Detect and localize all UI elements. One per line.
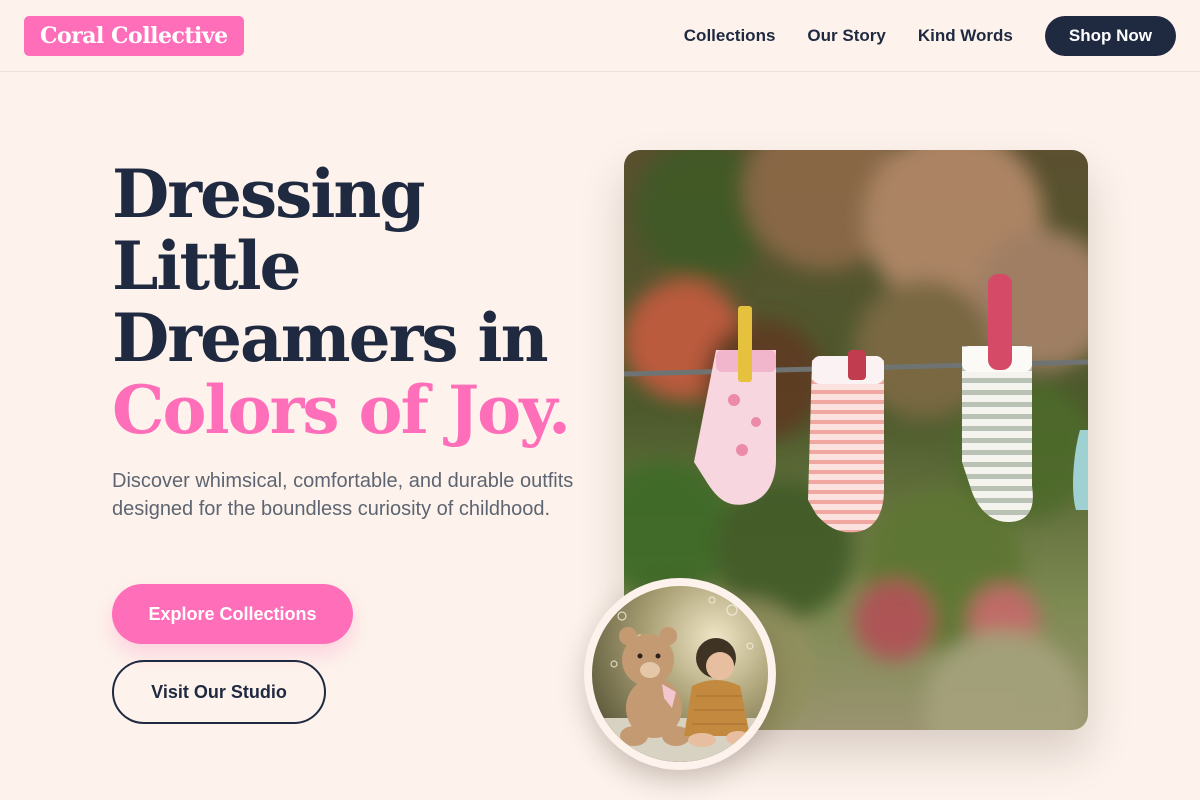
main-nav: Collections Our Story Kind Words Shop No… (684, 16, 1176, 56)
nav-link-collections[interactable]: Collections (684, 26, 776, 46)
nav-link-kind-words[interactable]: Kind Words (918, 26, 1013, 46)
site-header: Coral Collective Collections Our Story K… (0, 0, 1200, 72)
hero-title-line-2: Little (112, 227, 302, 305)
logo[interactable]: Coral Collective (24, 16, 244, 56)
visit-studio-button[interactable]: Visit Our Studio (112, 660, 326, 724)
hero-title-line-1: Dressing (112, 155, 426, 233)
hero-title: Dressing Little Dreamers in Colors of Jo… (112, 158, 592, 446)
hero-title-accent: Colors of Joy. (112, 371, 571, 449)
explore-collections-button[interactable]: Explore Collections (112, 584, 353, 644)
shop-now-button[interactable]: Shop Now (1044, 16, 1176, 56)
inset-image-teddy-bear (584, 578, 776, 770)
hero-description: Discover whimsical, comfortable, and dur… (112, 470, 574, 520)
nav-link-our-story[interactable]: Our Story (807, 26, 885, 46)
teddy-bear-illustration (592, 586, 768, 762)
hero-title-line-3: Dreamers in (112, 299, 549, 377)
